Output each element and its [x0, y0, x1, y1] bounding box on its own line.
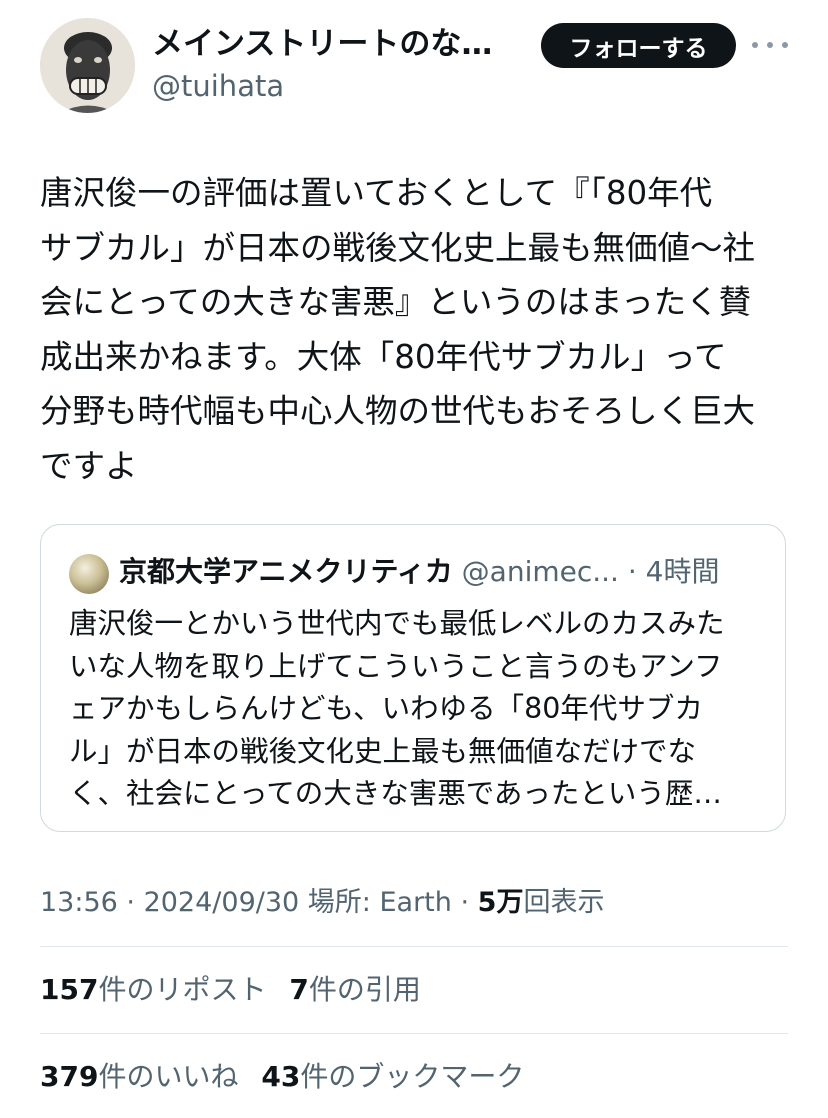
stats-row-reposts: 157件のリポスト 7件の引用 [40, 970, 435, 1010]
reposts-count: 157 [40, 973, 99, 1006]
quote-author-name: 京都大学アニメクリティカ [119, 555, 453, 588]
likes-stat[interactable]: 379件のいいね [40, 1060, 238, 1093]
bookmarks-stat[interactable]: 43件のブックマーク [261, 1060, 524, 1093]
quote-header: 京都大学アニメクリティカ @animec... · 4時間 [119, 552, 769, 592]
bookmarks-count: 43 [261, 1060, 301, 1093]
reposts-stat[interactable]: 157件のリポスト [40, 973, 266, 1006]
quotes-stat[interactable]: 7件の引用 [289, 973, 421, 1006]
avatar-photo-icon [40, 18, 135, 113]
tweet-location: 場所: Earth [307, 887, 452, 918]
more-options-icon[interactable] [752, 34, 788, 56]
likes-label: 件のいいね [98, 1060, 239, 1093]
tweet-text: 唐沢俊一の評価は置いておくとして『「80年代 サブカル」が日本の戦後文化史上最も… [40, 174, 756, 485]
quote-author-avatar [69, 554, 109, 594]
quotes-label: 件の引用 [308, 973, 421, 1006]
quoted-tweet-card[interactable]: 京都大学アニメクリティカ @animec... · 4時間 唐沢俊一とかいう世代… [40, 524, 786, 832]
author-handle[interactable]: @tuihata [152, 66, 284, 106]
bookmarks-label: 件のブックマーク [300, 1060, 525, 1093]
tweet-date[interactable]: 2024/09/30 [144, 887, 300, 918]
author-name[interactable]: メインストリートのなら… [152, 22, 522, 66]
tweet-meta-row: 13:56 · 2024/09/30 場所: Earth · 5万回表示 [40, 887, 605, 918]
stats-row-likes: 379件のいいね 43件のブックマーク [40, 1057, 538, 1097]
quote-time: · 4時間 [627, 555, 720, 588]
divider [40, 946, 788, 947]
quotes-count: 7 [289, 973, 309, 1006]
likes-count: 379 [40, 1060, 99, 1093]
quote-author-handle: @animec... [461, 555, 619, 588]
tweet-time[interactable]: 13:56 [40, 887, 118, 918]
reposts-label: 件のリポスト [98, 973, 267, 1006]
author-avatar[interactable] [40, 18, 135, 113]
views-label: 回表示 [523, 887, 605, 918]
divider [40, 1033, 788, 1034]
quote-text: 唐沢俊一とかいう世代内でも最低レベルのカスみた いな人物を取り上げてこういうこと… [69, 607, 725, 810]
follow-button[interactable]: フォローする [541, 23, 736, 68]
views-count: 5万 [477, 887, 524, 918]
